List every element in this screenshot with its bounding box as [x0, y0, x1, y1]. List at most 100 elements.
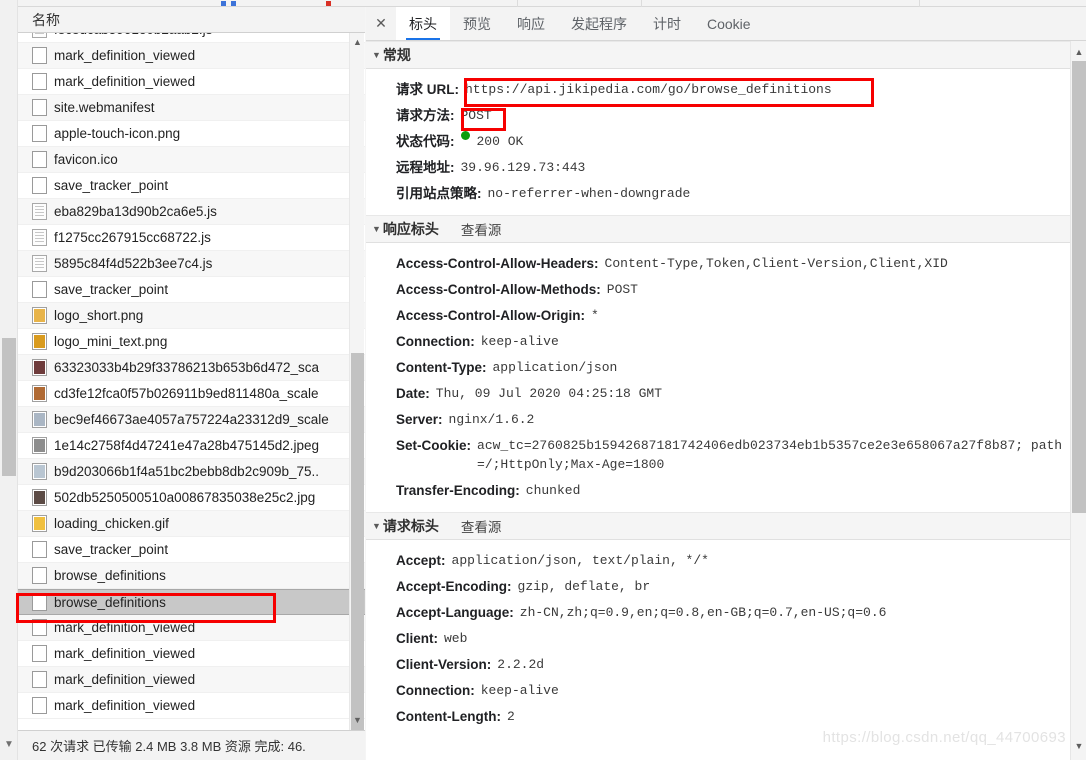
chevron-down-icon[interactable]: ▼	[372, 50, 381, 60]
header-value: Thu, 09 Jul 2020 04:25:18 GMT	[435, 385, 663, 401]
request-list-header: 名称	[18, 7, 365, 33]
request-row-label: mark_definition_viewed	[54, 620, 196, 635]
request-row[interactable]: bec9ef46673ae4057a757224a23312d9_scale	[18, 407, 365, 433]
outer-vertical-scrollbar[interactable]: ▼	[0, 0, 18, 760]
header-value: keep-alive	[480, 682, 559, 698]
header-entry: Accept-Language: zh-CN,zh;q=0.9,en;q=0.8,…	[366, 599, 1070, 625]
request-row[interactable]: f8c8dcab5961e0b2aab2.js	[18, 33, 365, 43]
outer-scroll-down-arrow[interactable]: ▼	[0, 736, 18, 754]
tab-0[interactable]: 标头	[396, 7, 450, 40]
request-row-label: save_tracker_point	[54, 542, 169, 557]
filter-icon	[326, 1, 331, 6]
header-key: Accept-Encoding:	[396, 578, 512, 594]
header-entry: Date: Thu, 09 Jul 2020 04:25:18 GMT	[366, 380, 1070, 406]
xhr-file-icon	[32, 619, 47, 636]
js-file-icon	[32, 33, 47, 38]
request-row-label: mark_definition_viewed	[54, 698, 196, 713]
request-row[interactable]: mark_definition_viewed	[18, 667, 365, 693]
request-row[interactable]: logo_short.png	[18, 303, 365, 329]
record-icon	[221, 1, 226, 6]
detail-sections: ▼ 常规 请求 URL: https://api.jikipedia.com/go/b…	[366, 41, 1070, 738]
header-value: acw_tc=2760825b15942687181742406edb02373…	[477, 437, 1063, 472]
header-key: Server:	[396, 411, 443, 427]
detail-scroll-up-arrow[interactable]: ▲	[1071, 44, 1086, 60]
devtools-network-panel: ▼ 名称 f8c8dcab5961e0b2aab2.js mark_definit…	[0, 0, 1086, 760]
header-entry: Transfer-Encoding: chunked	[366, 477, 1070, 503]
header-value: chunked	[525, 482, 581, 498]
network-summary-text: 62 次请求 已传输 2.4 MB 3.8 MB 资源 完成: 46.	[32, 739, 306, 754]
header-entry: Access-Control-Allow-Origin: *	[366, 302, 1070, 328]
request-row[interactable]: save_tracker_point	[18, 173, 365, 199]
request-row[interactable]: mark_definition_viewed	[18, 615, 365, 641]
request-row[interactable]: mark_definition_viewed	[18, 43, 365, 69]
js-file-icon	[32, 229, 47, 246]
list-scroll-up-arrow[interactable]: ▲	[350, 35, 365, 50]
xhr-file-icon	[32, 567, 47, 584]
list-scrollbar-thumb[interactable]	[351, 353, 364, 733]
chevron-down-icon[interactable]: ▼	[372, 521, 381, 531]
request-row[interactable]: f1275cc267915cc68722.js	[18, 225, 365, 251]
request-row[interactable]: apple-touch-icon.png	[18, 121, 365, 147]
tab-4[interactable]: 计时	[640, 7, 694, 40]
request-row-label: site.webmanifest	[54, 100, 155, 115]
header-value: web	[444, 630, 468, 646]
request-row[interactable]: save_tracker_point	[18, 537, 365, 563]
request-row[interactable]: favicon.ico	[18, 147, 365, 173]
header-entry: Connection: keep-alive	[366, 328, 1070, 354]
request-row-label: favicon.ico	[54, 152, 118, 167]
tab-1[interactable]: 预览	[450, 7, 504, 40]
request-row[interactable]: mark_definition_viewed	[18, 641, 365, 667]
request-row[interactable]: browse_definitions	[18, 563, 365, 589]
request-row[interactable]: logo_mini_text.png	[18, 329, 365, 355]
section-header[interactable]: ▼ 响应标头 查看源	[366, 215, 1070, 243]
header-entry: Connection: keep-alive	[366, 677, 1070, 703]
request-row[interactable]: cd3fe12fca0f57b026911b9ed811480a_scale	[18, 381, 365, 407]
tab-2[interactable]: 响应	[504, 7, 558, 40]
section-header[interactable]: ▼ 请求标头 查看源	[366, 512, 1070, 540]
list-scroll-down-arrow[interactable]: ▼	[350, 713, 365, 728]
view-source-link[interactable]: 查看源	[461, 219, 502, 239]
request-row[interactable]: 5895c84f4d522b3ee7c4.js	[18, 251, 365, 277]
request-row[interactable]: mark_definition_viewed	[18, 69, 365, 95]
detail-scroll-area[interactable]: ▼ 常规 请求 URL: https://api.jikipedia.com/go/b…	[366, 41, 1086, 760]
request-row[interactable]: eba829ba13d90b2ca6e5.js	[18, 199, 365, 225]
close-icon[interactable]: ✕	[366, 7, 396, 40]
request-row-label: 1e14c2758f4d47241e47a28b475145d2.jpeg	[54, 438, 320, 453]
section-header[interactable]: ▼ 常规	[366, 41, 1070, 69]
clear-icon	[231, 1, 236, 6]
request-row-label: b9d203066b1f4a51bc2bebb8db2c909b_75..	[54, 464, 320, 479]
request-row[interactable]: loading_chicken.gif	[18, 511, 365, 537]
detail-scrollbar[interactable]: ▲ ▼	[1070, 41, 1086, 760]
header-entry: Client-Version: 2.2.2d	[366, 651, 1070, 677]
header-key: Client-Version:	[396, 656, 492, 672]
js-file-icon	[32, 255, 47, 272]
request-row[interactable]: mark_definition_viewed	[18, 693, 365, 719]
header-value: *	[591, 307, 599, 323]
xhr-file-icon	[32, 645, 47, 662]
request-row[interactable]: site.webmanifest	[18, 95, 365, 121]
detail-tabbar: ✕ 标头 预览 响应 发起程序 计时 Cookie	[366, 7, 1086, 41]
request-rows: f8c8dcab5961e0b2aab2.js mark_definition_v…	[18, 33, 365, 719]
xhr-file-icon	[32, 697, 47, 714]
request-row[interactable]: save_tracker_point	[18, 277, 365, 303]
header-value: application/json	[492, 359, 618, 375]
header-key: Transfer-Encoding:	[396, 482, 520, 498]
request-row[interactable]: b9d203066b1f4a51bc2bebb8db2c909b_75..	[18, 459, 365, 485]
request-row[interactable]: 502db5250500510a00867835038e25c2.jpg	[18, 485, 365, 511]
outer-scrollbar-thumb[interactable]	[2, 338, 16, 476]
request-row[interactable]: 1e14c2758f4d47241e47a28b475145d2.jpeg	[18, 433, 365, 459]
request-row[interactable]: 63323033b4b29f33786213b653b6d472_sca	[18, 355, 365, 381]
tab-3[interactable]: 发起程序	[558, 7, 640, 40]
tab-5[interactable]: Cookie	[694, 7, 764, 40]
request-row-selected[interactable]: browse_definitions	[18, 589, 365, 615]
view-source-link[interactable]: 查看源	[461, 516, 502, 536]
header-value: 39.96.129.73:443	[460, 159, 586, 175]
detail-scrollbar-thumb[interactable]	[1072, 61, 1086, 513]
xhr-file-icon	[32, 671, 47, 688]
request-list-scroll-area[interactable]: f8c8dcab5961e0b2aab2.js mark_definition_v…	[18, 33, 365, 730]
chevron-down-icon[interactable]: ▼	[372, 224, 381, 234]
request-list-scrollbar[interactable]: ▲ ▼	[349, 33, 365, 733]
header-key: Access-Control-Allow-Origin:	[396, 307, 586, 323]
request-row-label: logo_short.png	[54, 308, 144, 323]
detail-scroll-down-arrow[interactable]: ▼	[1071, 738, 1086, 754]
